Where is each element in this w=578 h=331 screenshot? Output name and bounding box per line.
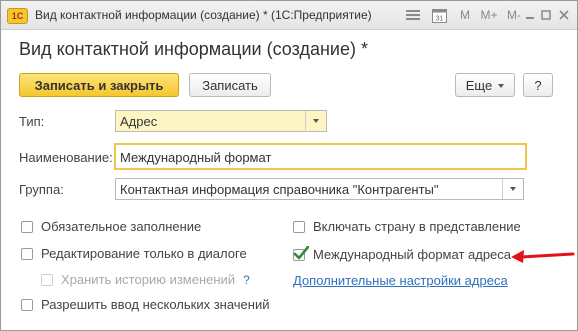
dialog-only-checkbox-row[interactable]: Редактирование только в диалоге: [21, 246, 247, 261]
group-label: Группа:: [19, 182, 64, 197]
menu-icon[interactable]: [403, 6, 423, 24]
include-country-checkbox-row[interactable]: Включать страну в представление: [293, 219, 521, 234]
maximize-icon[interactable]: [539, 6, 553, 24]
additional-settings-link[interactable]: Дополнительные настройки адреса: [293, 273, 508, 288]
calendar-icon[interactable]: 31: [429, 6, 449, 24]
memory-m-minus-label[interactable]: M-: [503, 6, 525, 24]
memory-m-label[interactable]: M: [457, 6, 473, 24]
include-country-label: Включать страну в представление: [313, 219, 521, 234]
chevron-down-icon: [498, 78, 505, 93]
name-field[interactable]: Международный формат: [114, 143, 527, 170]
help-button[interactable]: ?: [523, 73, 553, 97]
minimize-icon[interactable]: [523, 6, 537, 24]
save-button[interactable]: Записать: [189, 73, 271, 97]
window-title: Вид контактной информации (создание) * (…: [35, 8, 372, 22]
title-bar: 1С Вид контактной информации (создание) …: [1, 1, 577, 30]
multiple-values-checkbox-row[interactable]: Разрешить ввод нескольких значений: [21, 297, 269, 312]
dialog-only-label: Редактирование только в диалоге: [41, 246, 247, 261]
app-window: 1С Вид контактной информации (создание) …: [0, 0, 578, 331]
type-value: Адрес: [120, 114, 158, 129]
calendar-icon-text: 31: [435, 15, 443, 22]
name-label: Наименование:: [19, 150, 113, 165]
annotation-arrow-icon: [511, 250, 575, 263]
group-value: Контактная информация справочника "Контр…: [120, 182, 439, 197]
dialog-only-checkbox[interactable]: [21, 247, 33, 260]
app-logo: 1С: [7, 8, 28, 24]
type-dropdown-icon[interactable]: [305, 111, 326, 131]
group-dropdown-icon[interactable]: [502, 179, 523, 199]
intl-format-checkbox[interactable]: [293, 245, 309, 261]
multiple-values-checkbox[interactable]: [21, 298, 33, 311]
page-title: Вид контактной информации (создание) *: [19, 39, 368, 59]
include-country-checkbox[interactable]: [293, 220, 305, 233]
close-icon[interactable]: [557, 6, 571, 24]
required-fill-label: Обязательное заполнение: [41, 219, 202, 234]
store-history-checkbox: [41, 273, 53, 286]
group-field[interactable]: Контактная информация справочника "Контр…: [115, 178, 524, 200]
type-label: Тип:: [19, 114, 45, 129]
required-fill-checkbox-row[interactable]: Обязательное заполнение: [21, 219, 201, 234]
store-history-help-icon[interactable]: ?: [243, 273, 250, 287]
memory-m-plus-label[interactable]: M+: [478, 6, 500, 24]
checkmark-icon: [293, 245, 309, 259]
type-field[interactable]: Адрес: [115, 110, 327, 132]
multiple-values-label: Разрешить ввод нескольких значений: [41, 297, 270, 312]
required-fill-checkbox[interactable]: [21, 220, 33, 233]
name-value: Международный формат: [120, 150, 272, 165]
more-button-label: Еще: [465, 77, 493, 93]
save-and-close-button[interactable]: Записать и закрыть: [19, 73, 179, 97]
store-history-label: Хранить историю изменений: [61, 272, 236, 287]
intl-format-checkbox-row[interactable]: Международный формат адреса: [293, 245, 512, 262]
intl-format-label: Международный формат адреса: [313, 247, 512, 262]
more-button[interactable]: Еще: [455, 73, 515, 97]
store-history-checkbox-row: Хранить историю изменений ?: [41, 272, 250, 287]
